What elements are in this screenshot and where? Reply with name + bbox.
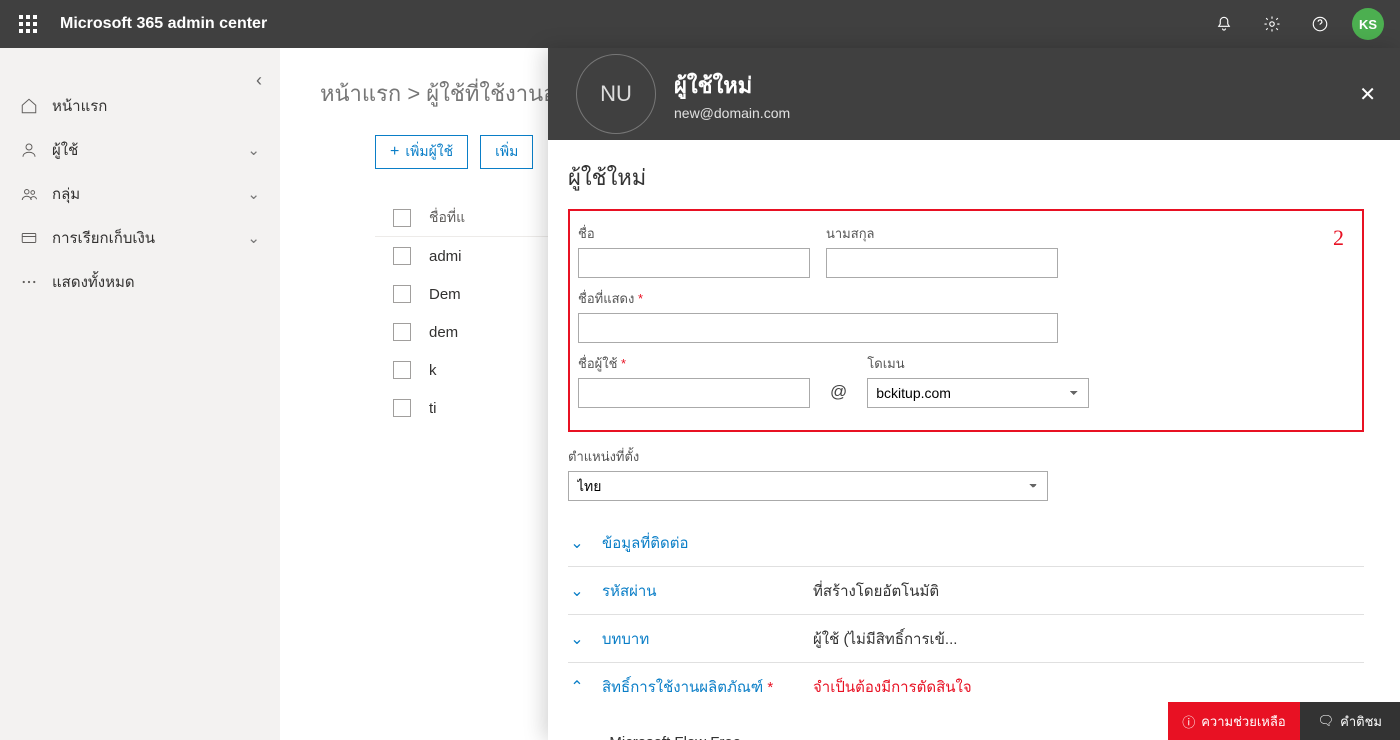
footer-actions: ⓘ ความช่วยเหลือ 🗨 คำติชม	[1168, 702, 1400, 740]
ellipsis-icon	[20, 273, 46, 291]
button-label: คำติชม	[1340, 711, 1382, 732]
cell-name: Dem	[429, 286, 461, 303]
app-launcher-icon[interactable]	[8, 0, 48, 48]
location-select[interactable]: ไทย	[568, 471, 1048, 501]
nav-label: หน้าแรก	[52, 94, 260, 118]
nav-label: การเรียกเก็บเงิน	[52, 226, 247, 250]
annotation-number: 2	[1333, 225, 1344, 251]
nav-label: แสดงทั้งหมด	[52, 270, 260, 294]
chevron-up-icon: ⌃	[568, 677, 586, 697]
group-icon	[20, 185, 46, 203]
expander-roles[interactable]: ⌄ บทบาท ผู้ใช้ (ไม่มีสิทธิ์การเข้...	[568, 615, 1364, 663]
select-all-checkbox[interactable]	[393, 209, 411, 227]
display-name-label: ชื่อที่แสดง *	[578, 288, 1058, 309]
section-heading: ผู้ใช้ใหม่	[568, 160, 1364, 195]
row-checkbox[interactable]	[393, 323, 411, 341]
feedback-button[interactable]: 🗨 คำติชม	[1300, 702, 1400, 740]
chevron-down-icon: ⌄	[247, 185, 260, 203]
settings-gear-icon[interactable]	[1248, 0, 1296, 48]
billing-icon	[20, 229, 46, 247]
chevron-down-icon: ⌄	[247, 141, 260, 159]
nav-groups[interactable]: กลุ่ม ⌄	[0, 172, 280, 216]
row-checkbox[interactable]	[393, 399, 411, 417]
need-help-button[interactable]: ⓘ ความช่วยเหลือ	[1168, 702, 1299, 740]
add-user-button[interactable]: + เพิ่มผู้ใช้	[375, 135, 468, 169]
nav-home[interactable]: หน้าแรก	[0, 84, 280, 128]
cell-name: k	[429, 362, 437, 379]
flyout-subtitle: new@domain.com	[674, 105, 790, 121]
expander-value: ที่สร้างโดยอัตโนมัติ	[813, 579, 939, 603]
nav-label: กลุ่ม	[52, 182, 247, 206]
expander-label: ข้อมูลที่ติดต่อ	[602, 531, 797, 555]
row-checkbox[interactable]	[393, 247, 411, 265]
location-label: ตำแหน่งที่ตั้ง	[568, 446, 1048, 467]
expander-label: บทบาท	[602, 627, 797, 651]
help-circle-icon: ⓘ	[1182, 712, 1195, 731]
add-multiple-button[interactable]: เพิ่ม	[480, 135, 533, 169]
account-avatar[interactable]: KS	[1352, 8, 1384, 40]
first-name-label: ชื่อ	[578, 223, 810, 244]
expander-value: ผู้ใช้ (ไม่มีสิทธิ์การเข้...	[813, 627, 957, 651]
chevron-down-icon: ⌄	[568, 629, 586, 649]
flyout-avatar: NU	[576, 54, 656, 134]
button-label: เพิ่ม	[495, 141, 518, 163]
nav-show-all[interactable]: แสดงทั้งหมด	[0, 260, 280, 304]
expander-password[interactable]: ⌄ รหัสผ่าน ที่สร้างโดยอัตโนมัติ	[568, 567, 1364, 615]
expander-value: จำเป็นต้องมีการตัดสินใจ	[813, 675, 972, 699]
chevron-down-icon: ⌄	[568, 533, 586, 553]
username-label: ชื่อผู้ใช้ *	[578, 353, 810, 374]
last-name-input[interactable]	[826, 248, 1058, 278]
chat-icon: 🗨	[1318, 713, 1335, 729]
button-label: ความช่วยเหลือ	[1201, 711, 1285, 732]
global-header: Microsoft 365 admin center KS	[0, 0, 1400, 48]
column-header-name[interactable]: ชื่อที่แ	[429, 207, 465, 229]
display-name-input[interactable]	[578, 313, 1058, 343]
cell-name: dem	[429, 324, 458, 341]
chevron-down-icon: ⌄	[247, 229, 260, 247]
domain-select[interactable]: bckitup.com	[867, 378, 1089, 408]
expander-label: รหัสผ่าน	[602, 579, 797, 603]
chevron-down-icon: ⌄	[568, 581, 586, 601]
row-checkbox[interactable]	[393, 361, 411, 379]
close-icon[interactable]: ✕	[1359, 82, 1376, 107]
home-icon	[20, 97, 46, 115]
domain-label: โดเมน	[867, 353, 1089, 374]
nav-billing[interactable]: การเรียกเก็บเงิน ⌄	[0, 216, 280, 260]
row-checkbox[interactable]	[393, 285, 411, 303]
username-input[interactable]	[578, 378, 810, 408]
nav-label: ผู้ใช้	[52, 138, 247, 162]
first-name-input[interactable]	[578, 248, 810, 278]
button-label: เพิ่มผู้ใช้	[405, 141, 453, 163]
new-user-flyout: NU ผู้ใช้ใหม่ new@domain.com ✕ ผู้ใช้ใหม…	[548, 48, 1400, 740]
app-title: Microsoft 365 admin center	[60, 15, 267, 33]
expander-contact[interactable]: ⌄ ข้อมูลที่ติดต่อ	[568, 519, 1364, 567]
user-icon	[20, 141, 46, 159]
expander-label: สิทธิ์การใช้งานผลิตภัณฑ์ *	[602, 675, 797, 699]
nav-users[interactable]: ผู้ใช้ ⌄	[0, 128, 280, 172]
highlighted-region: 2 ชื่อ นามสกุล ชื่อที่แสดง * ชื่อผู้ใช้ …	[568, 209, 1364, 432]
flyout-header: NU ผู้ใช้ใหม่ new@domain.com ✕	[548, 48, 1400, 140]
last-name-label: นามสกุล	[826, 223, 1058, 244]
at-symbol: @	[830, 382, 847, 408]
left-nav: ‹ หน้าแรก ผู้ใช้ ⌄ กลุ่ม ⌄ การเรียกเก็บเ…	[0, 48, 280, 740]
cell-name: ti	[429, 400, 437, 417]
help-icon[interactable]	[1296, 0, 1344, 48]
chevron-down-icon[interactable]: ⌄	[582, 732, 595, 740]
notifications-icon[interactable]	[1200, 0, 1248, 48]
cell-name: admi	[429, 248, 462, 265]
flyout-title: ผู้ใช้ใหม่	[674, 68, 790, 103]
plus-icon: +	[390, 143, 399, 161]
